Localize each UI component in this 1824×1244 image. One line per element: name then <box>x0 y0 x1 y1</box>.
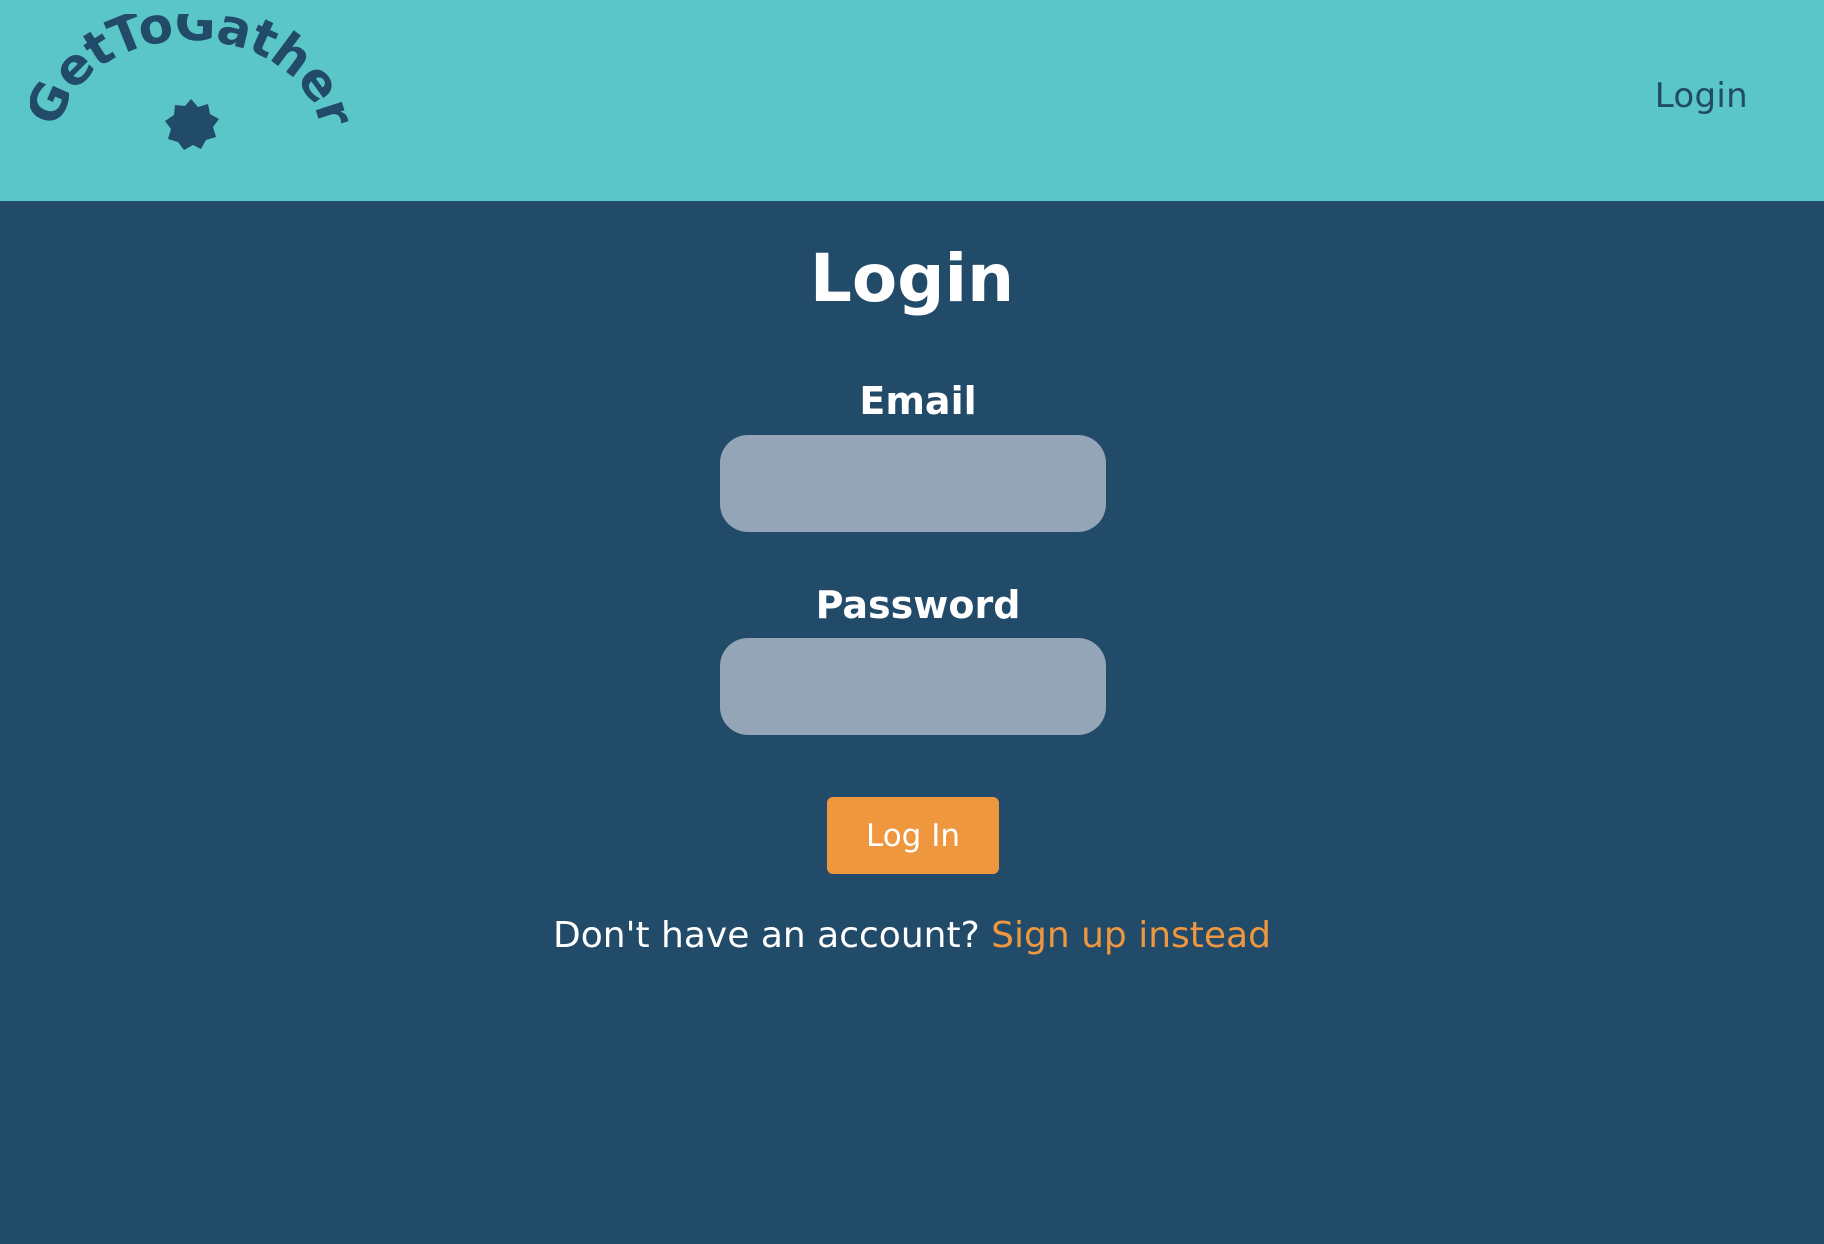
password-field[interactable] <box>720 638 1106 735</box>
logo-graphic: GetToGather <box>30 14 350 150</box>
logo[interactable]: GetToGather <box>30 14 350 164</box>
email-label: Email <box>859 379 977 423</box>
star-badge-icon <box>165 99 219 150</box>
site-header: GetToGather Login <box>0 0 1824 201</box>
nav-login-link[interactable]: Login <box>1655 76 1748 116</box>
log-in-button[interactable]: Log In <box>827 797 999 874</box>
page-title: Login <box>809 240 1015 317</box>
signup-prompt: Don't have an account? Sign up instead <box>0 915 1824 956</box>
signup-link[interactable]: Sign up instead <box>991 915 1271 956</box>
email-field[interactable] <box>720 435 1106 532</box>
login-page: Login Email Password Log In Don't have a… <box>0 201 1824 1244</box>
password-label: Password <box>815 583 1021 627</box>
signup-prompt-text: Don't have an account? <box>553 915 992 956</box>
